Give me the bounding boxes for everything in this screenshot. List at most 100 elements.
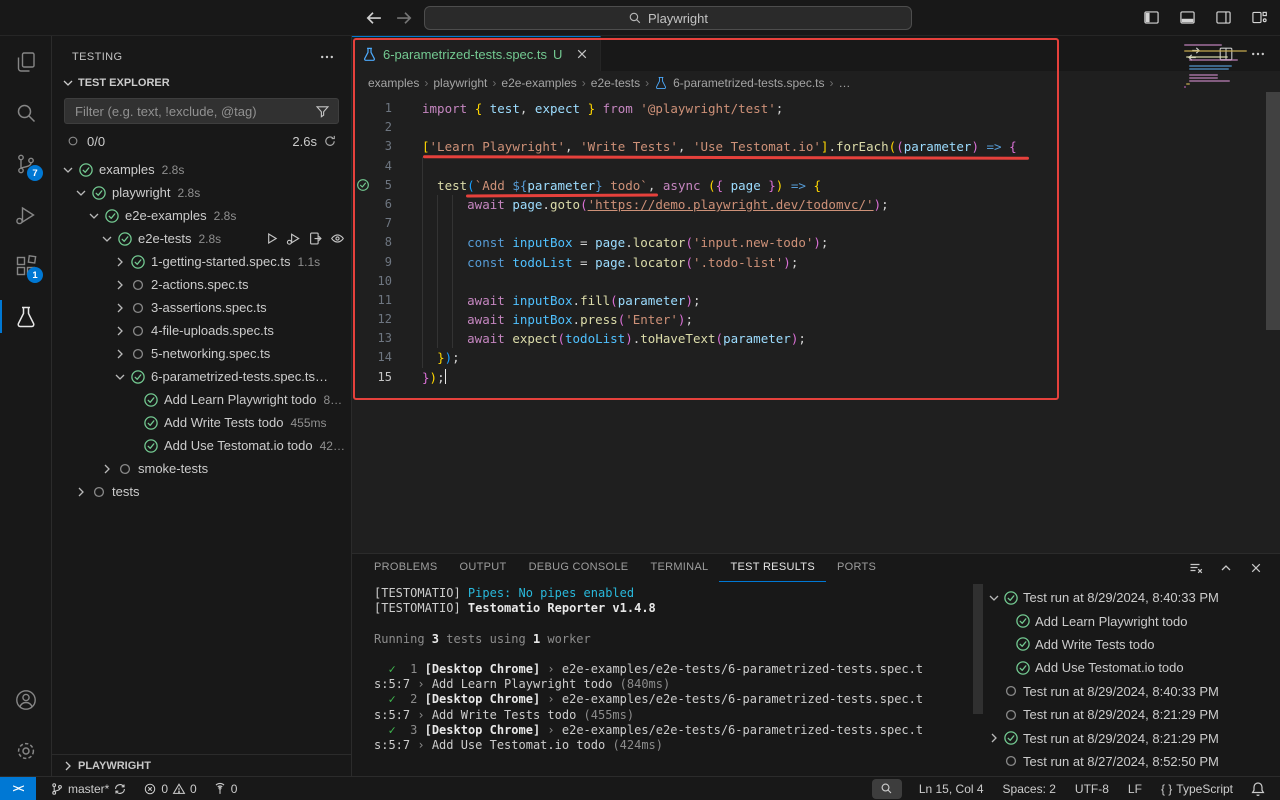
test-tree-item[interactable]: Add Use Testomat.io todo42…	[52, 434, 351, 457]
chevron-down-icon[interactable]	[60, 162, 76, 178]
test-tree-item[interactable]: 4-file-uploads.spec.ts	[52, 319, 351, 342]
breadcrumb-item[interactable]: 6-parametrized-tests.spec.ts	[673, 76, 824, 90]
test-tree-item[interactable]: 6-parametrized-tests.spec.ts…	[52, 365, 351, 388]
test-pass-icon[interactable]	[356, 178, 370, 192]
more-actions-icon[interactable]	[319, 49, 335, 65]
output-scrollbar[interactable]	[973, 584, 983, 714]
activity-bar-item-testing[interactable]	[0, 291, 51, 342]
test-run-item[interactable]: Test run at 8/29/2024, 8:21:29 PM	[985, 703, 1280, 726]
chevron-right-icon[interactable]	[73, 484, 89, 500]
test-results-output[interactable]: [TESTOMATIO] Pipes: No pipes enabled[TES…	[352, 582, 985, 776]
panel-tab-problems[interactable]: PROBLEMS	[363, 554, 449, 582]
minimap[interactable]	[1184, 44, 1256, 88]
test-tree-item[interactable]: smoke-tests	[52, 457, 351, 480]
chevron-right-icon[interactable]	[985, 730, 1003, 746]
editor-scrollbar[interactable]	[1266, 92, 1280, 330]
activity-bar-item-explorer[interactable]	[0, 36, 51, 87]
breadcrumb-item[interactable]: examples	[368, 76, 419, 90]
test-tree-item[interactable]: playwright2.8s	[52, 181, 351, 204]
toggle-panel-icon[interactable]	[1179, 9, 1196, 26]
chevron-up-icon[interactable]	[1218, 560, 1234, 576]
git-branch-item[interactable]: master*	[48, 777, 129, 800]
ports-item[interactable]: 0	[211, 777, 240, 800]
goto-test-icon[interactable]	[308, 231, 323, 246]
encoding-item[interactable]: UTF-8	[1073, 777, 1111, 800]
screencast-zoom-item[interactable]	[872, 779, 902, 799]
refresh-icon[interactable]	[323, 134, 337, 148]
chevron-down-icon[interactable]	[86, 208, 102, 224]
forward-arrow-icon[interactable]	[394, 8, 414, 28]
close-icon[interactable]	[1248, 560, 1264, 576]
test-filter-input[interactable]	[73, 103, 315, 120]
chevron-right-icon[interactable]	[112, 277, 128, 293]
chevron-right-icon[interactable]	[99, 461, 115, 477]
gear-icon	[14, 739, 38, 763]
test-tree-item[interactable]: Add Learn Playwright todo8…	[52, 388, 351, 411]
panel-tab-output[interactable]: OUTPUT	[449, 554, 518, 582]
notifications-bell-icon[interactable]	[1250, 781, 1266, 797]
close-icon[interactable]	[574, 46, 590, 62]
chevron-right-icon[interactable]	[112, 346, 128, 362]
chevron-right-icon[interactable]	[112, 254, 128, 270]
test-run-item[interactable]: Add Use Testomat.io todo	[985, 656, 1280, 679]
clear-output-icon[interactable]	[1188, 560, 1204, 576]
workbench: 71 TESTING TEST EXPLORER	[0, 36, 1280, 776]
eol-item[interactable]: LF	[1126, 777, 1144, 800]
test-tree-item[interactable]: examples2.8s	[52, 158, 351, 181]
test-filter-box	[64, 98, 339, 124]
activity-bar-item-search[interactable]	[0, 87, 51, 138]
watch-test-icon[interactable]	[330, 231, 345, 246]
chevron-down-icon[interactable]	[985, 590, 1003, 606]
problems-item[interactable]: 0 0	[141, 777, 198, 800]
test-tree-item[interactable]: Add Write Tests todo455ms	[52, 411, 351, 434]
activity-bar-item-accounts[interactable]	[0, 674, 51, 725]
debug-test-icon[interactable]	[286, 231, 301, 246]
test-run-item[interactable]: Test run at 8/29/2024, 8:40:33 PM	[985, 680, 1280, 703]
activity-bar-item-source-control[interactable]: 7	[0, 138, 51, 189]
panel-tab-ports[interactable]: PORTS	[826, 554, 887, 582]
breadcrumb-item[interactable]: playwright	[433, 76, 487, 90]
indentation-item[interactable]: Spaces: 2	[1001, 777, 1058, 800]
test-tree-item[interactable]: 1-getting-started.spec.ts1.1s	[52, 250, 351, 273]
panel-tab-debug-console[interactable]: DEBUG CONSOLE	[518, 554, 640, 582]
line-number: 2	[372, 118, 392, 137]
panel-tab-test-results[interactable]: TEST RESULTS	[719, 554, 826, 582]
toggle-secondary-sidebar-icon[interactable]	[1215, 9, 1232, 26]
toggle-sidebar-icon[interactable]	[1143, 9, 1160, 26]
test-tree-item[interactable]: e2e-tests2.8s	[52, 227, 351, 250]
test-explorer-section-header[interactable]: TEST EXPLORER	[52, 72, 351, 94]
cursor-position-item[interactable]: Ln 15, Col 4	[917, 777, 986, 800]
test-tree-item[interactable]: 5-networking.spec.ts	[52, 342, 351, 365]
run-test-icon[interactable]	[264, 231, 279, 246]
chevron-right-icon[interactable]	[112, 323, 128, 339]
activity-bar-item-run-and-debug[interactable]	[0, 189, 51, 240]
panel-tab-terminal[interactable]: TERMINAL	[639, 554, 719, 582]
filter-icon[interactable]	[315, 104, 330, 119]
breadcrumb-item[interactable]: …	[839, 76, 851, 90]
chevron-down-icon[interactable]	[99, 231, 115, 247]
chevron-down-icon[interactable]	[73, 185, 89, 201]
test-run-item[interactable]: Test run at 8/29/2024, 8:21:29 PM	[985, 726, 1280, 749]
breadcrumb-item[interactable]: e2e-tests	[591, 76, 640, 90]
remote-indicator[interactable]: ><	[0, 777, 36, 800]
test-tree-item[interactable]: tests	[52, 480, 351, 503]
test-run-item[interactable]: Test run at 8/29/2024, 8:40:33 PM	[985, 586, 1280, 609]
test-run-item[interactable]: Add Learn Playwright todo	[985, 609, 1280, 632]
command-center-search[interactable]: Playwright	[424, 6, 912, 30]
test-tree-item[interactable]: 3-assertions.spec.ts	[52, 296, 351, 319]
back-arrow-icon[interactable]	[364, 8, 384, 28]
language-mode-item[interactable]: { } TypeScript	[1159, 777, 1235, 800]
chevron-down-icon[interactable]	[112, 369, 128, 385]
test-run-item[interactable]: Add Write Tests todo	[985, 633, 1280, 656]
breadcrumb-item[interactable]: e2e-examples	[501, 76, 576, 90]
test-run-item[interactable]: Test run at 8/27/2024, 8:52:50 PM	[985, 750, 1280, 773]
activity-bar-item-settings[interactable]	[0, 725, 51, 776]
playwright-section[interactable]: PLAYWRIGHT	[52, 754, 351, 776]
chevron-right-icon[interactable]	[112, 300, 128, 316]
test-tree-item[interactable]: e2e-examples2.8s	[52, 204, 351, 227]
editor-tab[interactable]: 6-parametrized-tests.spec.ts U	[352, 36, 601, 71]
customize-layout-icon[interactable]	[1251, 9, 1268, 26]
test-tree-item[interactable]: 2-actions.spec.ts	[52, 273, 351, 296]
code-editor[interactable]: 1import { test, expect } from '@playwrig…	[352, 95, 1280, 553]
activity-bar-item-extensions[interactable]: 1	[0, 240, 51, 291]
